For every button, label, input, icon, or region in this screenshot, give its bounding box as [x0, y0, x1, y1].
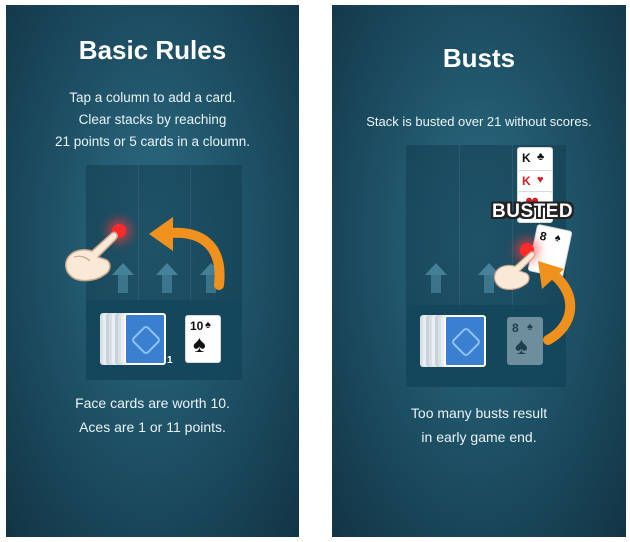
deck-logo-icon [130, 324, 162, 356]
deck-logo-icon [450, 326, 482, 358]
current-card: 10 ♠ ♠ [185, 315, 221, 363]
instruction-text: Tap a column to add a card. Clear stacks… [54, 90, 251, 149]
panel-title: Busts [442, 43, 516, 73]
footer-text: Face cards are worth 10. Aces are 1 or 1… [75, 395, 230, 435]
deck-count: 1 [167, 355, 173, 366]
busts-panel: Busts Stack is busted over 21 without sc… [332, 5, 626, 537]
draw-deck [444, 315, 486, 367]
panel-title: Basic Rules [78, 35, 227, 65]
current-card: 8 ♠ ♠ [507, 317, 543, 365]
busted-label: BUSTED [492, 201, 574, 222]
tap-hand-icon [65, 231, 118, 282]
draw-deck [124, 313, 166, 365]
tap-hand-icon [493, 251, 536, 291]
up-arrow-icon [425, 263, 447, 293]
footer-text: Too many busts result in early game end. [410, 405, 548, 445]
basic-rules-panel: Basic Rules Tap a column to add a card. … [6, 5, 299, 537]
instruction-text: Stack is busted over 21 without scores. [366, 114, 592, 129]
curved-arrow-icon [149, 217, 225, 290]
